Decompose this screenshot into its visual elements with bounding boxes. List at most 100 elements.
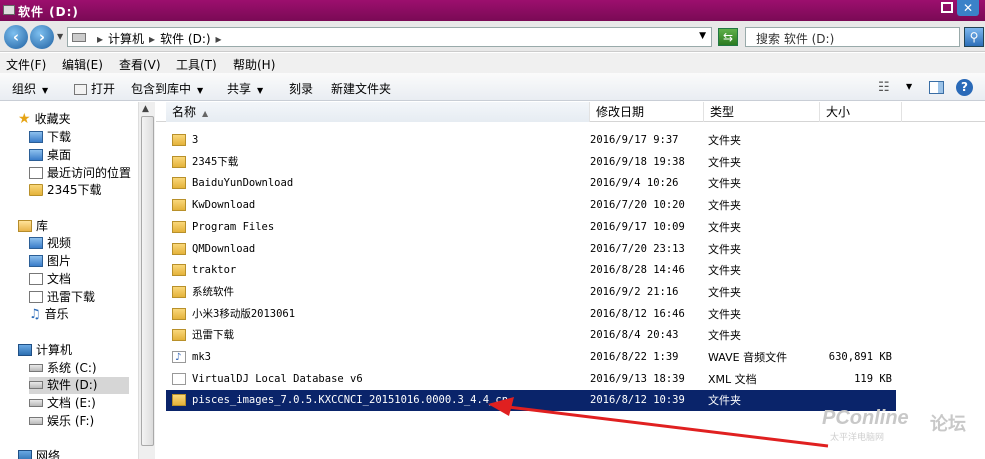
nav-item-pictures[interactable]: 图片 (29, 253, 71, 270)
sort-ascending-icon: ▲ (202, 109, 209, 118)
nav-item-xunlei[interactable]: 迅雷下载 (29, 289, 95, 306)
file-row[interactable]: QMDownload 2016/7/20 23:13 文件夹 (166, 239, 896, 260)
video-icon (29, 237, 43, 249)
file-row[interactable]: 迅雷下载 2016/8/4 20:43 文件夹 (166, 325, 896, 346)
file-row[interactable]: 系统软件 2016/9/2 21:16 文件夹 (166, 282, 896, 303)
nav-favorites[interactable]: ★ 收藏夹 (18, 111, 71, 128)
column-size[interactable]: 大小 (820, 102, 902, 122)
file-row[interactable]: 小米3移动版2013061 2016/8/12 16:46 文件夹 (166, 304, 896, 325)
file-type: 文件夹 (708, 199, 741, 213)
file-type: XML 文档 (708, 372, 757, 386)
file-type: 文件夹 (708, 242, 741, 256)
search-placeholder: 搜索 软件 (D:) (756, 32, 835, 46)
nav-item-desktop[interactable]: 桌面 (29, 147, 71, 164)
search-icon[interactable]: ⚲ (964, 27, 984, 47)
forward-button[interactable]: › (30, 25, 54, 49)
include-in-library-button[interactable]: 包含到库中 ▼ (131, 80, 203, 97)
nav-item-recent[interactable]: 最近访问的位置 (29, 165, 131, 182)
preview-pane-icon[interactable] (929, 81, 944, 94)
nav-label: 计算机 (36, 343, 73, 357)
nav-label: 系统 (C:) (47, 361, 97, 375)
close-button[interactable]: ✕ (957, 0, 979, 16)
scroll-thumb[interactable] (141, 116, 154, 446)
nav-item-drive-e[interactable]: 文档 (E:) (29, 395, 96, 412)
file-date: 2016/9/18 19:38 (590, 155, 685, 168)
back-button[interactable]: ‹ (4, 25, 28, 49)
nav-label: 迅雷下载 (47, 290, 96, 304)
organize-button[interactable]: 组织 ▼ (12, 80, 48, 97)
menu-bar: 文件(F) 编辑(E) 查看(V) 工具(T) 帮助(H) (0, 53, 985, 73)
file-row[interactable]: VirtualDJ Local Database v6 2016/9/13 18:… (166, 369, 896, 390)
menu-help[interactable]: 帮助(H) (233, 56, 275, 73)
file-row[interactable]: 3 2016/9/17 9:37 文件夹 (166, 130, 896, 151)
file-date: 2016/9/17 9:37 (590, 134, 679, 146)
file-row[interactable]: pisces_images_7.0.5.KXCCNCI_20151016.000… (166, 390, 896, 412)
nav-item-drive-f[interactable]: 娱乐 (F:) (29, 413, 94, 430)
file-name: BaiduYunDownload (192, 177, 294, 190)
file-type: 文件夹 (708, 177, 741, 191)
drive-icon (29, 417, 43, 425)
nav-scrollbar[interactable]: ▲ (138, 102, 155, 459)
refresh-button[interactable]: ⇆ (718, 28, 738, 46)
new-folder-button[interactable]: 新建文件夹 (331, 80, 391, 97)
file-name: 3 (192, 134, 199, 146)
recent-pages-dropdown[interactable]: ▼ (57, 32, 63, 41)
file-name: Program Files (192, 220, 275, 233)
nav-label: 桌面 (47, 148, 72, 162)
file-type: 文件夹 (708, 394, 741, 408)
nav-item-downloads[interactable]: 下载 (29, 129, 71, 146)
file-row[interactable]: mk3 2016/8/22 1:39 WAVE 音频文件 630,891 KB (166, 347, 896, 368)
file-row[interactable]: KwDownload 2016/7/20 10:20 文件夹 (166, 195, 896, 216)
command-bar: 组织 ▼ 打开 包含到库中 ▼ 共享 ▼ 刻录 新建文件夹 ☷ ▼ ? (0, 73, 985, 101)
breadcrumb-drive[interactable]: 软件 (D:) (160, 32, 210, 46)
maximize-button[interactable] (941, 2, 953, 13)
file-name: VirtualDJ Local Database v6 (192, 372, 363, 385)
share-button[interactable]: 共享 ▼ (227, 80, 263, 97)
nav-label: 2345下载 (47, 183, 102, 197)
menu-tools[interactable]: 工具(T) (176, 56, 217, 73)
file-name: 小米3移动版2013061 (192, 307, 296, 320)
nav-label: 娱乐 (F:) (47, 414, 95, 428)
folder-icon (172, 394, 186, 407)
file-row[interactable]: traktor 2016/8/28 14:46 文件夹 (166, 260, 896, 281)
file-row[interactable]: BaiduYunDownload 2016/9/4 10:26 文件夹 (166, 173, 896, 194)
nav-item-2345[interactable]: 2345下载 (29, 182, 102, 199)
help-icon[interactable]: ? (956, 79, 973, 96)
open-button[interactable]: 打开 (74, 80, 115, 97)
column-name[interactable]: 名称 ▲ (166, 102, 590, 122)
music-icon: ♫ (29, 307, 41, 322)
nav-item-videos[interactable]: 视频 (29, 235, 71, 252)
menu-edit[interactable]: 编辑(E) (62, 56, 103, 73)
nav-computer[interactable]: 计算机 (18, 342, 72, 359)
nav-item-drive-d[interactable]: 软件 (D:) (29, 377, 129, 394)
file-type: 文件夹 (708, 264, 741, 278)
file-row[interactable]: 2345下载 2016/9/18 19:38 文件夹 (166, 152, 896, 173)
address-dropdown-icon[interactable]: ▼ (699, 31, 706, 41)
view-dropdown-icon[interactable]: ▼ (906, 82, 912, 91)
file-row[interactable]: Program Files 2016/9/17 10:09 文件夹 (166, 217, 896, 238)
menu-view[interactable]: 查看(V) (119, 56, 161, 73)
file-type: WAVE 音频文件 (708, 351, 788, 364)
search-input[interactable]: 搜索 软件 (D:) (745, 27, 960, 47)
watermark-forum: 论坛 (930, 414, 966, 435)
nav-libraries[interactable]: 库 (18, 218, 48, 235)
nav-label: 网络 (36, 449, 61, 459)
nav-label: 视频 (47, 236, 72, 250)
view-options-icon[interactable]: ☷ (878, 80, 890, 95)
nav-item-music[interactable]: ♫ 音乐 (29, 306, 69, 323)
scroll-up-icon[interactable]: ▲ (142, 104, 149, 114)
column-type[interactable]: 类型 (704, 102, 820, 122)
open-icon (74, 84, 87, 95)
breadcrumb-computer[interactable]: 计算机 (108, 32, 144, 46)
nav-item-drive-c[interactable]: 系统 (C:) (29, 360, 97, 377)
file-date: 2016/8/12 10:39 (590, 394, 685, 407)
file-type: 文件夹 (708, 329, 741, 343)
nav-network[interactable]: 网络 (18, 448, 60, 459)
drive-icon (3, 5, 15, 15)
menu-file[interactable]: 文件(F) (6, 56, 46, 73)
column-date[interactable]: 修改日期 (590, 102, 704, 122)
document-icon (29, 273, 43, 285)
nav-item-documents[interactable]: 文档 (29, 271, 71, 288)
address-input[interactable]: ▸ 计算机 ▸ 软件 (D:) ▸ ▼ (67, 27, 712, 47)
burn-button[interactable]: 刻录 (289, 80, 313, 97)
